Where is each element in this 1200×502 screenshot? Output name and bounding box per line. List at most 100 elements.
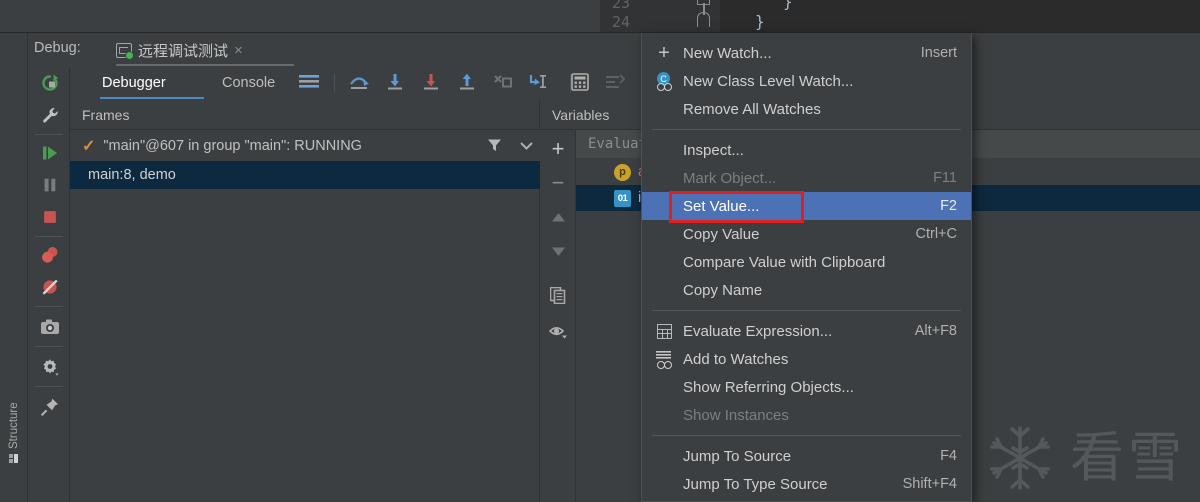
menu-item-icon-placeholder xyxy=(653,446,675,466)
menu-item-shortcut: F11 xyxy=(933,170,957,186)
thread-options-button[interactable] xyxy=(516,135,536,155)
evaluate-expression-toolbar-button[interactable] xyxy=(562,73,589,93)
toolbar-divider xyxy=(35,236,63,237)
pin-tab-button[interactable] xyxy=(35,392,65,422)
menu-item-jump-to-source[interactable]: Jump To Source F4 xyxy=(642,442,971,470)
menu-item-shortcut: Insert xyxy=(920,45,957,61)
sidebar-item-structure[interactable]: Structure xyxy=(0,373,28,463)
thread-running-icon: ✓ xyxy=(82,137,96,155)
resume-program-button[interactable] xyxy=(35,138,65,168)
filter-threads-button[interactable] xyxy=(484,135,504,155)
step-over-button[interactable] xyxy=(348,73,370,93)
move-down-button[interactable] xyxy=(543,236,573,266)
menu-item-label: Add to Watches xyxy=(683,350,789,368)
line-number: 24 xyxy=(612,13,631,31)
menu-item-label: Show Instances xyxy=(683,406,789,424)
menu-item-new-watch[interactable]: + New Watch... Insert xyxy=(642,39,971,67)
rerun-button[interactable] xyxy=(35,68,65,98)
menu-item-set-value[interactable]: Set Value... F2 xyxy=(642,191,971,223)
menu-item-shortcut: Ctrl+C xyxy=(915,226,958,242)
menu-item-label: Mark Object... xyxy=(683,169,777,187)
show-execution-point-button[interactable] xyxy=(298,73,320,93)
menu-separator xyxy=(652,310,961,311)
minus-icon: − xyxy=(551,170,565,195)
menu-item-label: Set Value... xyxy=(683,197,760,215)
menu-item-label: Copy Name xyxy=(683,281,763,299)
menu-item-label: Compare Value with Clipboard xyxy=(683,253,886,271)
sidebar-item-bookmarks[interactable]: arks xyxy=(0,481,28,502)
drop-frame-button[interactable] xyxy=(492,73,514,93)
settings-button[interactable] xyxy=(35,352,65,382)
menu-item-icon-placeholder xyxy=(653,224,675,244)
menu-item-icon-placeholder xyxy=(653,168,675,188)
menu-item-evaluate-expression[interactable]: Evaluate Expression... Alt+F8 xyxy=(642,317,971,345)
code-fold-icon[interactable] xyxy=(697,12,710,27)
thread-selector[interactable]: ✓ "main"@607 in group "main": RUNNING xyxy=(70,130,540,161)
menu-item-icon-placeholder xyxy=(653,252,675,272)
tab-console[interactable]: Console xyxy=(222,70,275,96)
menu-item-copy-value[interactable]: Copy Value Ctrl+C xyxy=(642,220,971,248)
gear-icon xyxy=(43,359,59,376)
copy-value-button[interactable] xyxy=(543,280,573,310)
screenshot-button[interactable] xyxy=(35,312,65,342)
run-to-cursor-icon xyxy=(529,75,546,88)
filter-icon xyxy=(487,139,501,151)
menu-item-new-class-level-watch[interactable]: C New Class Level Watch... xyxy=(642,67,971,95)
variables-toolbar: + − xyxy=(540,130,576,502)
menu-item-inspect[interactable]: Inspect... xyxy=(642,136,971,164)
pause-program-button[interactable] xyxy=(35,170,65,200)
add-watch-button[interactable]: + xyxy=(543,134,573,164)
debug-actions-toolbar xyxy=(28,66,70,502)
menu-item-add-to-watches[interactable]: Add to Watches xyxy=(642,345,971,373)
menu-item-show-instances: Show Instances xyxy=(642,401,971,429)
structure-icon xyxy=(9,454,19,463)
sidebar-item-label: Structure xyxy=(8,402,20,449)
rerun-icon xyxy=(42,74,58,91)
step-out-button[interactable] xyxy=(456,73,478,93)
menu-item-icon-placeholder xyxy=(653,280,675,300)
watch-view-options-button[interactable] xyxy=(543,316,573,346)
stop-program-button[interactable] xyxy=(35,202,65,232)
step-into-button[interactable] xyxy=(384,73,406,93)
menu-item-label: Show Referring Objects... xyxy=(683,378,854,396)
calculator-icon xyxy=(653,321,675,341)
resume-icon xyxy=(43,146,57,160)
step-over-icon xyxy=(350,77,369,89)
menu-item-icon-placeholder xyxy=(653,99,675,119)
plus-icon: + xyxy=(658,42,670,64)
frame-list-item[interactable]: main:8, demo xyxy=(70,161,540,189)
arrow-up-icon xyxy=(551,212,565,221)
menu-item-show-referring-objects[interactable]: Show Referring Objects... xyxy=(642,373,971,401)
force-step-into-button[interactable] xyxy=(420,73,442,93)
plus-icon: + xyxy=(551,136,565,161)
variable-context-menu: + New Watch... Insert C New Class Level … xyxy=(641,33,972,502)
menu-item-icon-placeholder xyxy=(653,196,675,216)
run-to-cursor-button[interactable] xyxy=(528,73,550,93)
menu-item-label: Jump To Type Source xyxy=(683,475,828,493)
copy-icon xyxy=(550,286,566,304)
menu-item-label: Evaluate Expression... xyxy=(683,322,833,340)
debugger-screen: 23 24 } } Structure arks Debug: 远程调试测试 × xyxy=(0,0,1200,502)
add-to-watches-icon xyxy=(653,349,675,369)
toolbar-divider xyxy=(35,134,63,135)
menu-item-jump-to-type-source[interactable]: Jump To Type Source Shift+F4 xyxy=(642,470,971,498)
menu-item-shortcut: Shift+F4 xyxy=(902,476,957,492)
close-icon[interactable]: × xyxy=(234,42,243,59)
debug-header: Debug: 远程调试测试 × xyxy=(28,33,1200,66)
settings-more-button[interactable] xyxy=(604,73,626,93)
menu-item-remove-all-watches[interactable]: Remove All Watches xyxy=(642,95,971,123)
menu-item-label: Copy Value xyxy=(683,225,760,243)
move-up-button[interactable] xyxy=(543,202,573,232)
menu-item-copy-name[interactable]: Copy Name xyxy=(642,276,971,304)
toolbar-divider xyxy=(35,386,63,387)
menu-item-shortcut: Alt+F8 xyxy=(914,323,957,339)
tab-debugger[interactable]: Debugger xyxy=(102,70,166,96)
mute-breakpoints-button[interactable] xyxy=(35,272,65,302)
view-breakpoints-button[interactable] xyxy=(35,240,65,270)
variables-pane-title: Variables xyxy=(552,107,610,123)
show-execution-point-icon xyxy=(299,75,319,88)
remove-watch-button[interactable]: − xyxy=(543,168,573,198)
menu-item-compare-value-with-clipboard[interactable]: Compare Value with Clipboard xyxy=(642,248,971,276)
debug-session-tab[interactable]: 远程调试测试 × xyxy=(116,37,243,63)
debug-settings-button[interactable] xyxy=(35,100,65,130)
